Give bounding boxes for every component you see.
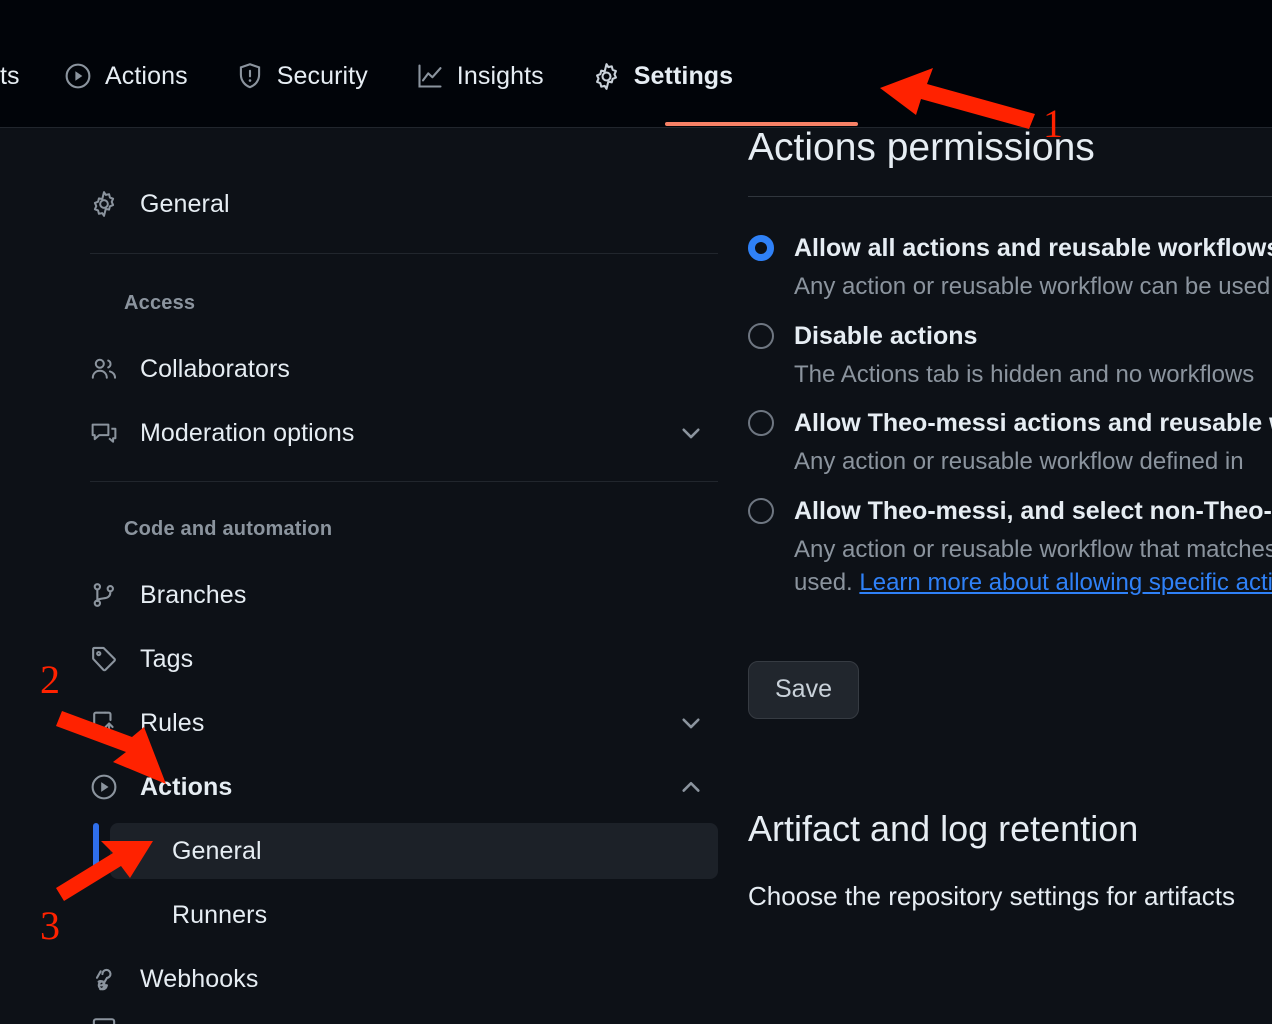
- nav-tab-settings-label: Settings: [633, 61, 734, 90]
- sidebar-divider-1: [90, 253, 718, 254]
- selected-item-indicator: [93, 823, 99, 879]
- sidebar-item-branches-label: Branches: [140, 580, 247, 609]
- partial-icon: [90, 1015, 124, 1024]
- radio-disable-actions-label: Disable actions: [794, 321, 978, 350]
- sidebar-item-moderation-options-label: Moderation options: [140, 418, 355, 447]
- sidebar-item-actions-label: Actions: [140, 772, 233, 801]
- graph-icon: [416, 62, 444, 90]
- sidebar-section-code-automation-label: Code and automation: [124, 518, 333, 540]
- artifact-retention-title: Artifact and log retention: [748, 807, 1139, 849]
- nav-tab-settings[interactable]: Settings: [568, 44, 757, 108]
- radio-allow-select-actions-description: Any action or reusable workflow that mat…: [794, 536, 1272, 564]
- git-branch-icon: [90, 581, 124, 609]
- sidebar-item-moderation-options[interactable]: Moderation options: [90, 405, 718, 461]
- sidebar-item-branches[interactable]: Branches: [90, 567, 718, 623]
- chevron-down-icon[interactable]: [678, 710, 704, 736]
- nav-tab-security[interactable]: Security: [212, 44, 392, 108]
- sidebar-subitem-runners-label: Runners: [172, 900, 268, 929]
- nav-tab-security-label: Security: [276, 61, 368, 90]
- permission-option-allow-select: Allow Theo-messi, and select non-Theo-me…: [748, 496, 1272, 598]
- sidebar-item-tags-label: Tags: [140, 644, 194, 673]
- repository-header: ts Actions Security Insights Settings: [0, 0, 1272, 128]
- description-line2-prefix: used.: [794, 568, 860, 596]
- people-icon: [90, 355, 124, 383]
- sidebar-item-webhooks[interactable]: Webhooks: [90, 951, 718, 1007]
- active-tab-underline: [665, 122, 858, 126]
- repository-nav-tabs: ts Actions Security Insights Settings: [0, 44, 757, 108]
- chevron-down-icon[interactable]: [678, 420, 704, 446]
- play-circle-icon: [90, 773, 124, 801]
- sidebar-item-general[interactable]: General: [90, 176, 718, 232]
- radio-allow-owner-actions-label: Allow Theo-messi actions and reusable wo…: [794, 409, 1272, 438]
- nav-tab-insights-label: Insights: [456, 61, 544, 90]
- sidebar-actions-subgroup: General Runners: [0, 823, 730, 943]
- sidebar-item-rules[interactable]: Rules: [90, 695, 718, 751]
- page-title: Actions permissions: [748, 128, 1095, 169]
- sidebar-item-rules-label: Rules: [140, 708, 205, 737]
- nav-tab-actions-label: Actions: [105, 61, 188, 90]
- app-root: ts Actions Security Insights Settings Ge…: [0, 0, 1272, 1024]
- nav-tab-truncated-label: ts: [0, 61, 20, 90]
- radio-allow-all-actions-description: Any action or reusable workflow can be u…: [794, 273, 1272, 300]
- permission-option-allow-owner: Allow Theo-messi actions and reusable wo…: [748, 408, 1272, 478]
- sidebar-subitem-general-label: General: [172, 836, 262, 865]
- chevron-up-icon[interactable]: [678, 774, 704, 800]
- radio-allow-all-actions-label: Allow all actions and reusable workflows: [794, 234, 1272, 262]
- actions-permissions-radio-group: Allow all actions and reusable workflows…: [748, 233, 1272, 599]
- radio-allow-select-actions[interactable]: [748, 498, 774, 525]
- nav-tab-insights[interactable]: Insights: [392, 44, 568, 108]
- settings-nav-list: General Access Collaborators Moderation …: [0, 176, 730, 1024]
- sidebar-item-general-label: General: [140, 189, 230, 218]
- webhook-icon: [90, 965, 124, 993]
- shield-alert-icon: [236, 62, 264, 90]
- sidebar-divider-2: [90, 481, 718, 482]
- play-circle-icon: [64, 62, 92, 90]
- sidebar-subitem-general[interactable]: General: [110, 823, 718, 879]
- rules-icon: [90, 709, 124, 737]
- sidebar-item-tags[interactable]: Tags: [90, 631, 718, 687]
- title-divider: [748, 196, 1272, 197]
- save-button[interactable]: Save: [748, 660, 859, 719]
- radio-disable-actions[interactable]: [748, 322, 774, 349]
- radio-allow-select-actions-label: Allow Theo-messi, and select non-Theo-me…: [794, 497, 1272, 526]
- sidebar-item-actions[interactable]: Actions: [90, 759, 718, 815]
- radio-disable-actions-description: The Actions tab is hidden and no workflo…: [794, 360, 1255, 388]
- permission-option-allow-all: Allow all actions and reusable workflows…: [748, 233, 1272, 303]
- nav-tab-truncated[interactable]: ts: [0, 44, 40, 108]
- gear-icon: [592, 62, 621, 91]
- learn-more-link[interactable]: Learn more about allowing specific actio…: [859, 569, 1272, 596]
- comment-discussion-icon: [90, 419, 124, 447]
- gear-icon: [90, 190, 124, 218]
- sidebar-item-partial-below[interactable]: [90, 1015, 718, 1024]
- main-content: Actions permissions Allow all actions an…: [748, 128, 1272, 1024]
- radio-allow-owner-actions-description: Any action or reusable workflow defined …: [794, 448, 1244, 476]
- radio-allow-select-actions-description-line2: used. Learn more about allowing specific…: [794, 568, 1272, 599]
- radio-allow-owner-actions[interactable]: [748, 410, 774, 437]
- tag-icon: [90, 645, 124, 673]
- sidebar-section-access-label: Access: [124, 292, 196, 314]
- sidebar-item-collaborators-label: Collaborators: [140, 354, 290, 383]
- sidebar-item-collaborators[interactable]: Collaborators: [90, 341, 718, 397]
- sidebar-item-webhooks-label: Webhooks: [140, 964, 259, 993]
- radio-allow-all-actions[interactable]: [748, 235, 774, 261]
- settings-sidebar: General Access Collaborators Moderation …: [0, 128, 730, 1024]
- sidebar-subitem-runners[interactable]: Runners: [110, 887, 718, 943]
- nav-tab-actions[interactable]: Actions: [40, 44, 212, 108]
- permission-option-disable: Disable actions The Actions tab is hidde…: [748, 321, 1272, 391]
- artifact-retention-body: Choose the repository settings for artif…: [748, 880, 1236, 911]
